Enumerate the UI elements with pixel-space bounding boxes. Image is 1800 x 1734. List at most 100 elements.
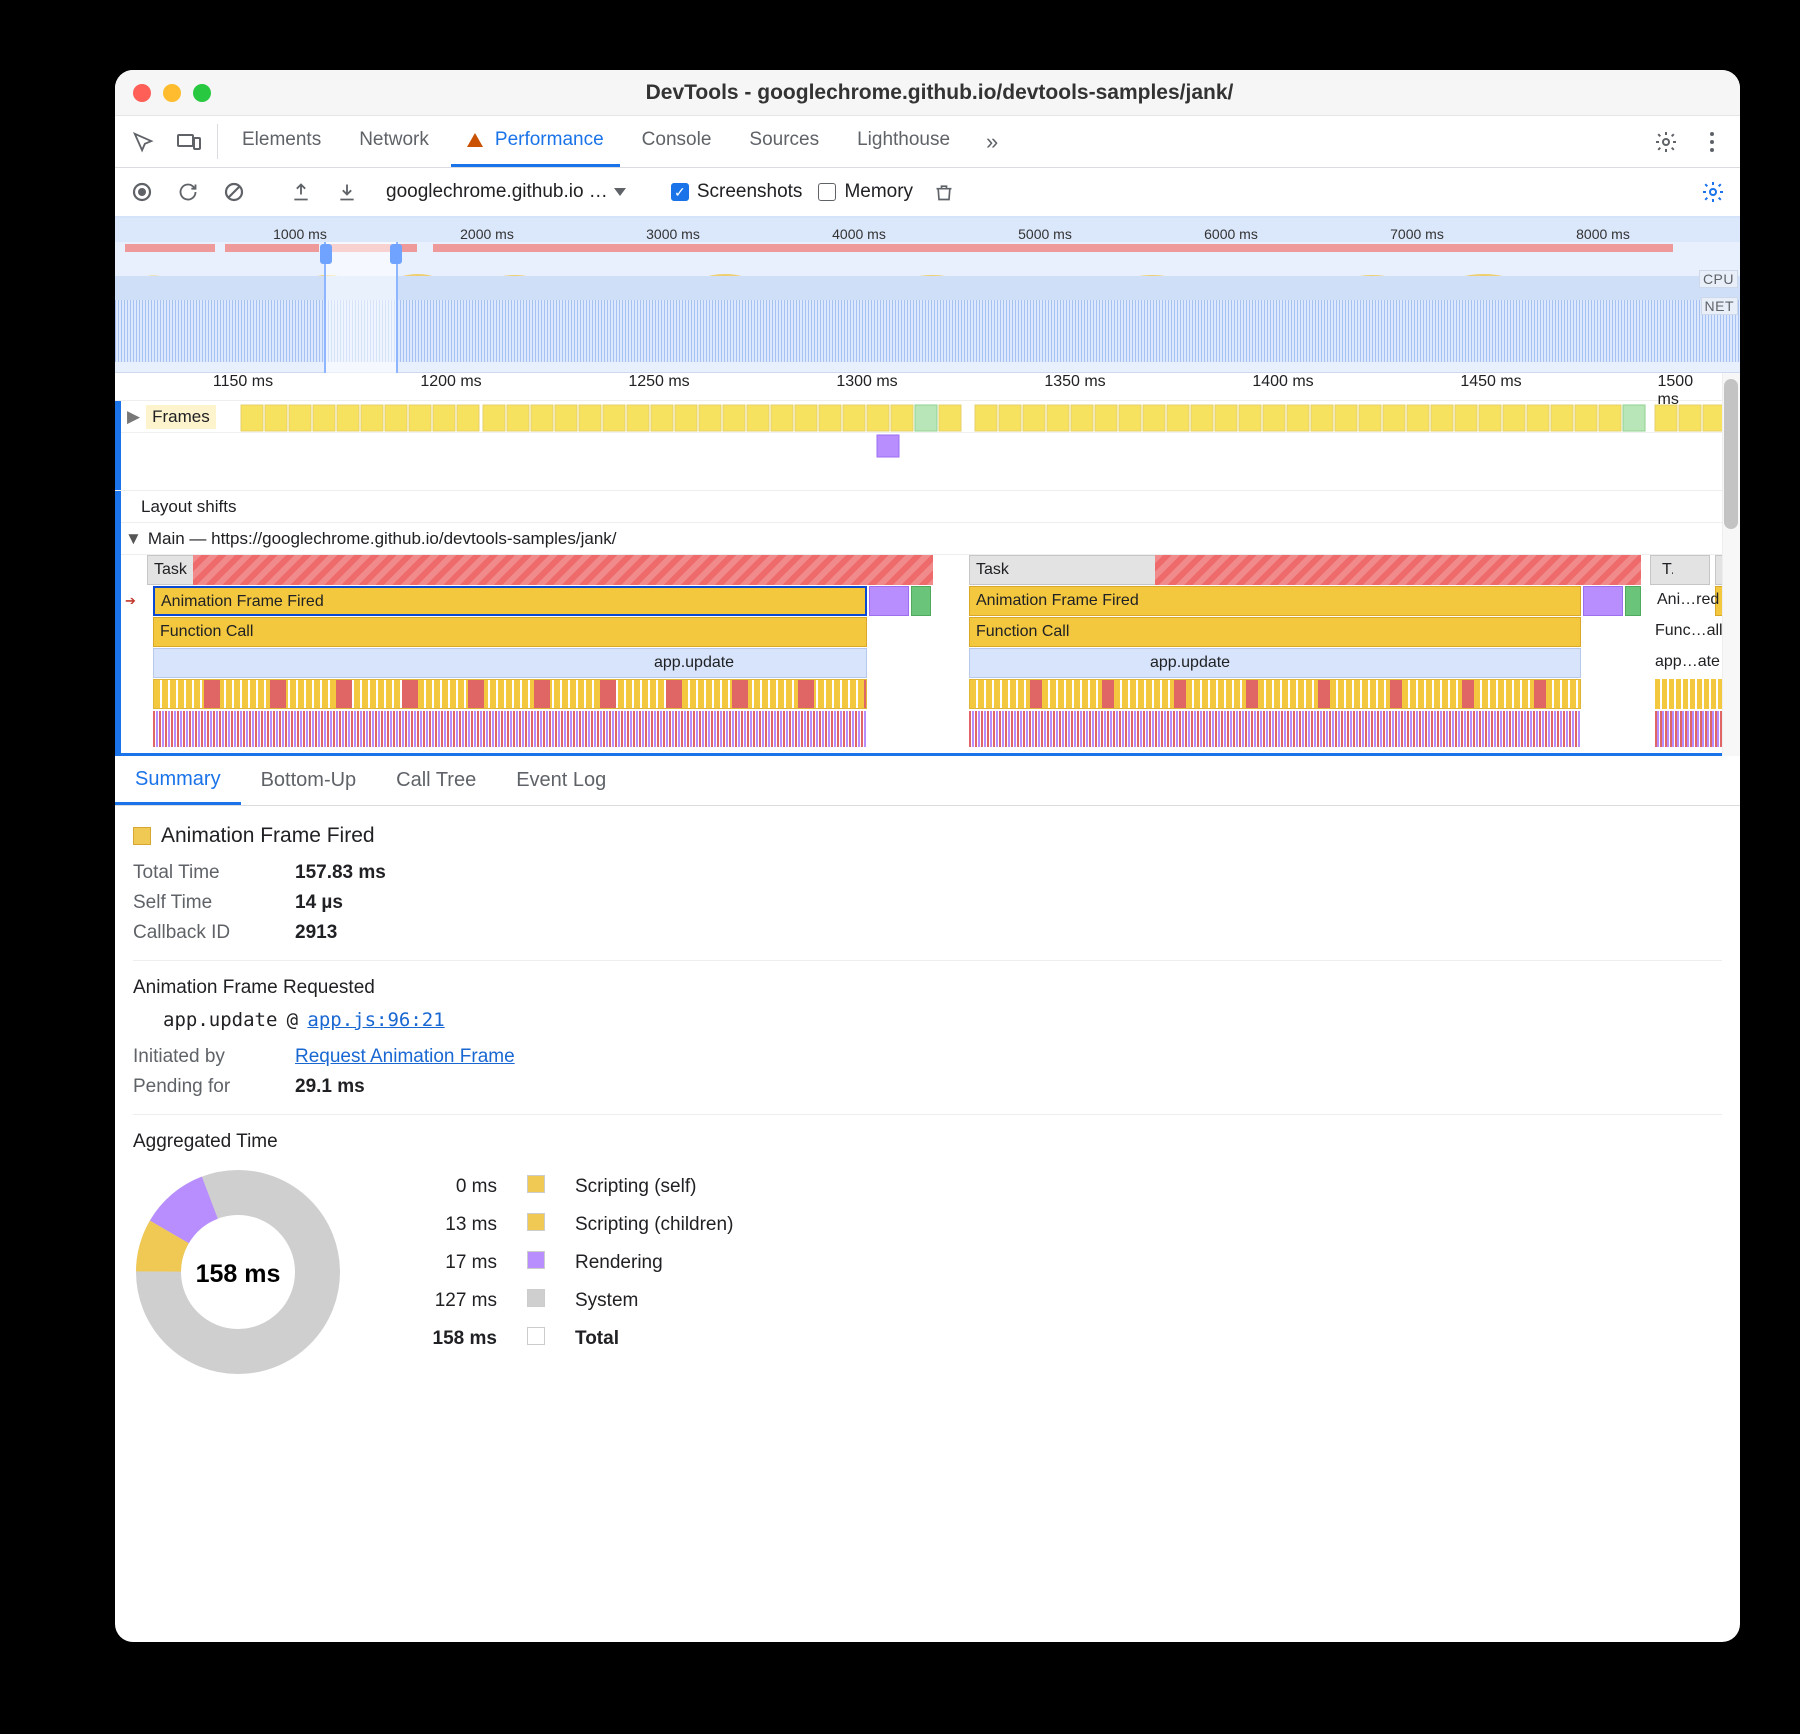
settings-icon[interactable] xyxy=(1646,116,1686,167)
device-icon[interactable] xyxy=(169,116,209,167)
record-icon[interactable] xyxy=(127,177,157,207)
arrow-right-icon: ➔ xyxy=(125,593,136,609)
warning-icon xyxy=(467,133,483,147)
ruler-tick: 1300 ms xyxy=(836,373,897,391)
main-thread-header[interactable]: ▼ Main — https://googlechrome.github.io/… xyxy=(115,523,1740,555)
ruler-tick: 1250 ms xyxy=(628,373,689,391)
ruler-tick: 1350 ms xyxy=(1044,373,1105,391)
overview-body: CPU NET xyxy=(115,242,1740,373)
scroll-thumb[interactable] xyxy=(1724,379,1738,529)
layout-shifts-row[interactable]: Layout shifts xyxy=(115,491,1740,523)
overview-ruler: 1000 ms 2000 ms 3000 ms 4000 ms 5000 ms … xyxy=(115,218,1740,242)
tab-performance-label: Performance xyxy=(495,129,604,151)
function-call-block[interactable]: Function Call xyxy=(969,617,1581,647)
callback-id-label: Callback ID xyxy=(133,922,273,944)
total-time-value: 157.83 ms xyxy=(295,862,386,884)
paint-block[interactable] xyxy=(911,586,931,616)
more-tabs-icon[interactable]: » xyxy=(972,116,1012,167)
close-icon[interactable] xyxy=(133,84,151,102)
swatch-icon xyxy=(527,1251,545,1269)
memory-checkbox[interactable]: Memory xyxy=(818,181,913,203)
ruler-tick: 6000 ms xyxy=(1204,226,1258,242)
frames-row[interactable]: ▶ Frames xyxy=(115,401,1740,433)
tab-performance[interactable]: Performance xyxy=(451,116,620,167)
flamegraph-pane[interactable]: 1150 ms 1200 ms 1250 ms 1300 ms 1350 ms … xyxy=(115,373,1740,756)
history-dropdown[interactable]: googlechrome.github.io … xyxy=(378,179,634,205)
task-block[interactable] xyxy=(1650,555,1710,585)
selection-handle-right[interactable] xyxy=(390,244,402,264)
swatch-icon xyxy=(527,1175,545,1193)
ruler-tick: 1500 ms xyxy=(1658,373,1713,409)
ruler-tick: 5000 ms xyxy=(1018,226,1072,242)
tab-sources[interactable]: Sources xyxy=(733,116,835,167)
callback-id-value: 2913 xyxy=(295,922,337,944)
kebab-icon[interactable] xyxy=(1692,116,1732,167)
ruler-tick: 8000 ms xyxy=(1576,226,1630,242)
history-url: googlechrome.github.io … xyxy=(386,181,608,203)
frames-track xyxy=(115,433,1740,491)
event-heading: Animation Frame Fired xyxy=(133,824,1722,848)
callsite-fn: app.update xyxy=(163,1009,277,1031)
overview-pane[interactable]: 1000 ms 2000 ms 3000 ms 4000 ms 5000 ms … xyxy=(115,218,1740,373)
clear-icon[interactable] xyxy=(219,177,249,207)
micro-bars xyxy=(969,711,1581,747)
flamegraph-ruler: 1150 ms 1200 ms 1250 ms 1300 ms 1350 ms … xyxy=(115,373,1740,401)
ruler-tick: 1200 ms xyxy=(420,373,481,391)
minimize-icon[interactable] xyxy=(163,84,181,102)
pending-for-label: Pending for xyxy=(133,1076,273,1098)
panel-tabs: Elements Network Performance Console Sou… xyxy=(115,116,1740,168)
inspect-icon[interactable] xyxy=(123,116,163,167)
render-block[interactable] xyxy=(1583,586,1623,616)
screenshots-label: Screenshots xyxy=(697,181,803,203)
garbage-collect-icon[interactable] xyxy=(929,177,959,207)
legend-row: 158 msTotal xyxy=(401,1321,747,1357)
upload-icon[interactable] xyxy=(286,177,316,207)
paint-block[interactable] xyxy=(1625,586,1641,616)
reload-icon[interactable] xyxy=(173,177,203,207)
frames-label: Frames xyxy=(146,405,216,429)
selection-handle-left[interactable] xyxy=(320,244,332,264)
devtools-window: DevTools - googlechrome.github.io/devtoo… xyxy=(115,70,1740,1642)
play-icon: ▶ xyxy=(127,407,140,427)
donut-chart: 158 ms xyxy=(133,1167,343,1377)
tab-lighthouse[interactable]: Lighthouse xyxy=(841,116,966,167)
legend-row: 17 msRendering xyxy=(401,1245,747,1281)
tab-elements[interactable]: Elements xyxy=(226,116,337,167)
chevron-down-icon: ▼ xyxy=(125,529,142,549)
main-thread-label: Main — https://googlechrome.github.io/de… xyxy=(148,529,617,549)
source-link[interactable]: app.js:96:21 xyxy=(307,1009,444,1031)
app-update-block[interactable]: app.update xyxy=(969,648,1581,678)
screenshots-checkbox[interactable]: ✓ Screenshots xyxy=(671,181,803,203)
ruler-tick: 1000 ms xyxy=(273,226,327,242)
app-update-block[interactable]: app.update xyxy=(153,648,867,678)
legend-row: 0 msScripting (self) xyxy=(401,1169,747,1205)
tab-console[interactable]: Console xyxy=(626,116,728,167)
animation-frame-fired-block[interactable]: Animation Frame Fired xyxy=(153,586,867,616)
main-thread-lanes: Task Task Task ➔ Animation Frame Fired A… xyxy=(115,555,1740,785)
section-header: Animation Frame Requested xyxy=(133,977,1722,999)
swatch-icon xyxy=(527,1213,545,1231)
animation-frame-fired-block[interactable]: Animation Frame Fired xyxy=(969,586,1581,616)
callsite: app.update @ app.js:96:21 xyxy=(133,1009,1722,1032)
ruler-tick: 1450 ms xyxy=(1460,373,1521,391)
scrollbar[interactable] xyxy=(1722,373,1740,756)
capture-settings-icon[interactable] xyxy=(1698,177,1728,207)
color-swatch-icon xyxy=(133,827,151,845)
overview-selection[interactable] xyxy=(324,242,398,373)
download-icon[interactable] xyxy=(332,177,362,207)
maximize-icon[interactable] xyxy=(193,84,211,102)
ruler-tick: 3000 ms xyxy=(646,226,700,242)
swatch-icon xyxy=(527,1327,545,1345)
titlebar: DevTools - googlechrome.github.io/devtoo… xyxy=(115,70,1740,116)
render-block[interactable] xyxy=(869,586,909,616)
function-call-block[interactable]: Function Call xyxy=(153,617,867,647)
checkbox-off-icon xyxy=(818,183,836,201)
initiated-by-link[interactable]: Request Animation Frame xyxy=(295,1046,515,1068)
micro-bars xyxy=(153,711,867,747)
memory-label: Memory xyxy=(844,181,913,203)
pending-for-value: 29.1 ms xyxy=(295,1076,365,1098)
tab-network[interactable]: Network xyxy=(343,116,445,167)
swatch-icon xyxy=(527,1289,545,1307)
ruler-tick: 4000 ms xyxy=(832,226,886,242)
summary-panel: Animation Frame Fired Total Time157.83 m… xyxy=(115,806,1740,1389)
